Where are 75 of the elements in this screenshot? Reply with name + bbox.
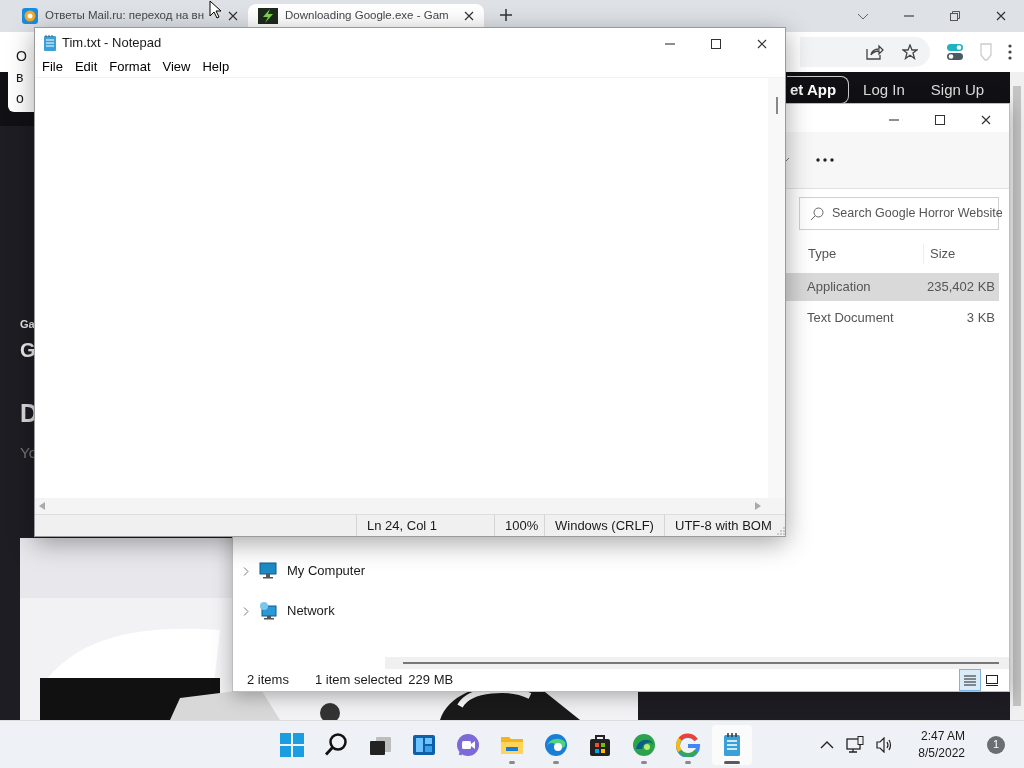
star-icon[interactable]	[902, 44, 918, 60]
vertical-scrollbar[interactable]	[768, 78, 785, 498]
table-cell-text: 3 KB	[965, 309, 996, 328]
status-text: Windows (CRLF)	[544, 515, 664, 536]
menu-item[interactable]: File	[36, 57, 69, 77]
maximize-icon	[711, 39, 721, 49]
popup-text: в	[16, 68, 25, 87]
scroll-right-icon	[755, 502, 761, 510]
taskbar-button[interactable]	[712, 724, 752, 765]
table-cell-text: 235,402 KB	[926, 278, 996, 297]
close-icon	[757, 39, 767, 49]
chevron-down-icon	[858, 11, 868, 21]
scroll-left-icon	[39, 502, 45, 510]
restore-icon	[950, 11, 960, 21]
menu-item[interactable]: Format	[103, 57, 157, 77]
g-logo-icon	[676, 732, 700, 757]
network-icon	[259, 602, 277, 620]
status-text: 1 item selected	[314, 671, 403, 690]
toggle-switch-icon[interactable]	[946, 43, 964, 61]
list-icon	[964, 674, 976, 686]
maximize-icon	[935, 115, 945, 125]
square-icon	[986, 674, 998, 686]
swirl-icon	[632, 732, 656, 757]
status-text: 2 items	[247, 671, 289, 690]
notepad-icon	[44, 34, 56, 51]
monitor-icon	[259, 562, 277, 580]
mouse-cursor-icon	[209, 0, 221, 19]
window-title: Tim.txt - Notepad	[62, 33, 162, 52]
clock[interactable]: 2:47 AM 8/5/2022	[918, 727, 965, 762]
tab-title: Ответы Mail.ru: переход на вн	[45, 7, 205, 23]
hero-text: G	[20, 337, 36, 363]
browser-tab[interactable]: Downloading Google.exe - Gam	[248, 4, 484, 27]
horizontal-scrollbar[interactable]	[35, 498, 785, 514]
nav-tree-item[interactable]: My Computer	[243, 559, 385, 583]
scrollbar[interactable]	[1010, 72, 1024, 720]
column-header[interactable]: Size	[923, 244, 999, 264]
popup-text: о	[16, 89, 25, 108]
shopping-bag-icon	[588, 732, 612, 757]
address-bar[interactable]	[800, 37, 930, 67]
file-row[interactable]: Text Document 3 KB	[783, 304, 999, 332]
status-text: 100%	[494, 515, 544, 536]
close-icon[interactable]	[464, 10, 474, 21]
menu-icon[interactable]	[1008, 44, 1012, 60]
browser-swirl-icon	[544, 732, 568, 757]
notification-badge[interactable]: 1	[987, 735, 1005, 754]
close-icon	[996, 11, 1006, 21]
windows-logo-icon	[280, 732, 304, 757]
tab-title: Downloading Google.exe - Gam	[285, 7, 449, 23]
header-button[interactable]: Sign Up	[918, 77, 997, 103]
file-row[interactable]: Application 235,402 KB	[783, 273, 999, 301]
status-text: UTF-8 with BOM	[664, 515, 771, 536]
status-text: 229 MB	[408, 671, 454, 690]
share-icon[interactable]	[866, 44, 884, 60]
close-icon[interactable]	[228, 10, 238, 21]
menu-item[interactable]: Edit	[68, 57, 104, 77]
menu-item[interactable]: View	[156, 57, 197, 77]
menu-item[interactable]: Help	[196, 57, 236, 77]
horizontal-scrollbar[interactable]	[385, 657, 1009, 669]
search-icon	[810, 206, 824, 221]
header-button[interactable]: Log In	[851, 77, 917, 103]
plus-icon	[500, 9, 512, 21]
lightning-icon	[258, 7, 278, 24]
nav-tree-item[interactable]: Network	[243, 599, 385, 623]
widgets-icon	[412, 732, 436, 757]
close-icon	[981, 115, 991, 125]
search-icon	[324, 732, 348, 757]
popup-text: О	[16, 47, 28, 66]
hero-text: Ga	[20, 317, 35, 332]
table-cell-text: Application	[806, 278, 872, 297]
status-text: Ln 24, Col 1	[356, 515, 494, 536]
table-cell-text: Text Document	[806, 309, 895, 328]
more-icon	[816, 158, 834, 162]
chevron-up-icon[interactable]	[820, 740, 835, 749]
video-chat-icon	[456, 732, 480, 757]
network-icon[interactable]	[846, 735, 865, 754]
